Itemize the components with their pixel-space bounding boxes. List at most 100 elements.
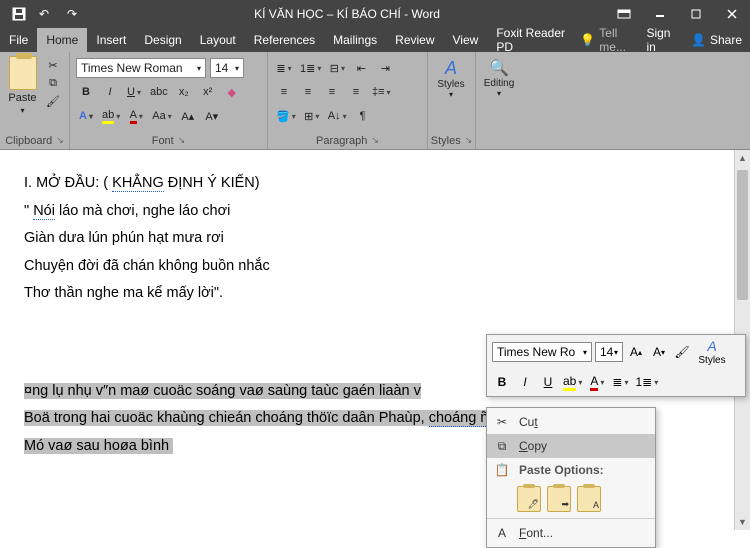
mini-numbering[interactable]: 1≣ bbox=[633, 372, 660, 392]
squiggle: KHẲNG bbox=[112, 175, 164, 192]
sort-button[interactable]: A↓ bbox=[326, 106, 349, 126]
decrease-indent-button[interactable]: ⇤ bbox=[351, 58, 371, 78]
launcher-icon[interactable]: ↘ bbox=[465, 135, 473, 147]
highlight-button[interactable]: ab bbox=[100, 106, 122, 126]
ribbon: Paste ▾ ✂ ⧉ 🖌 Clipboard↘ Times New Roman… bbox=[0, 52, 750, 150]
editing-button[interactable]: 🔍 Editing ▾ bbox=[482, 56, 516, 100]
tab-insert[interactable]: Insert bbox=[87, 28, 135, 52]
sign-in[interactable]: Sign in bbox=[638, 28, 683, 52]
bold-button[interactable]: B bbox=[76, 82, 96, 102]
tab-home[interactable]: Home bbox=[37, 28, 87, 52]
paste-text-only[interactable]: A bbox=[577, 486, 601, 512]
mini-format-painter[interactable]: 🖌 bbox=[672, 342, 692, 362]
tab-file[interactable]: File bbox=[0, 28, 37, 52]
justify-button[interactable]: ≡ bbox=[346, 82, 366, 102]
tab-design[interactable]: Design bbox=[135, 28, 190, 52]
group-font: Times New Roman▾ 14▾ B I U abc x₂ x² ◆ A… bbox=[70, 52, 268, 149]
bulb-icon: 💡 bbox=[580, 33, 595, 47]
mini-styles-label: Styles bbox=[698, 355, 725, 366]
tab-review[interactable]: Review bbox=[386, 28, 443, 52]
italic-button[interactable]: I bbox=[100, 82, 120, 102]
share-icon: 👤 bbox=[691, 33, 706, 47]
doc-line-5: Thơ thần nghe ma kể mấy lời". bbox=[24, 280, 726, 308]
menu-copy[interactable]: ⧉ Copy bbox=[487, 434, 655, 458]
shading-button[interactable]: 🪣 bbox=[274, 106, 298, 126]
copy-icon: ⧉ bbox=[493, 439, 511, 454]
maximize-button[interactable] bbox=[678, 0, 714, 28]
paste-merge[interactable]: ➡ bbox=[547, 486, 571, 512]
ribbon-options-icon[interactable] bbox=[606, 0, 642, 28]
copy-button[interactable]: ⧉ bbox=[43, 74, 63, 92]
menu-paste-options-label: Paste Options: bbox=[519, 463, 604, 477]
menu-paste-options-header: 📋 Paste Options: bbox=[487, 458, 655, 482]
increase-indent-button[interactable]: ⇥ bbox=[375, 58, 395, 78]
close-button[interactable] bbox=[714, 0, 750, 28]
font-name-value: Times New Roman bbox=[81, 61, 183, 75]
tab-layout[interactable]: Layout bbox=[191, 28, 245, 52]
superscript-button[interactable]: x² bbox=[198, 82, 218, 102]
font-name-combo[interactable]: Times New Roman▾ bbox=[76, 58, 206, 78]
tab-foxit[interactable]: Foxit Reader PD bbox=[487, 28, 574, 52]
launcher-icon[interactable]: ↘ bbox=[178, 135, 186, 147]
search-icon: 🔍 bbox=[489, 58, 509, 78]
window-title: KÍ VĂN HỌC – KÍ BÁO CHÍ - Word bbox=[88, 7, 606, 21]
tell-me[interactable]: 💡 Tell me... bbox=[574, 28, 638, 52]
font-size-value: 14 bbox=[215, 61, 228, 75]
align-right-button[interactable]: ≡ bbox=[322, 82, 342, 102]
paste-keep-source[interactable]: 🖊 bbox=[517, 486, 541, 512]
redo-button[interactable]: ↷ bbox=[62, 3, 88, 25]
clipboard-icon: 📋 bbox=[493, 463, 511, 477]
bullets-button[interactable]: ≣ bbox=[274, 58, 294, 78]
mini-highlight[interactable]: ab bbox=[561, 372, 584, 392]
tab-mailings[interactable]: Mailings bbox=[324, 28, 386, 52]
line-spacing-button[interactable]: ‡≡ bbox=[370, 82, 393, 102]
styles-button[interactable]: A Styles ▾ bbox=[434, 56, 468, 100]
mini-font-combo[interactable]: Times New Ro▾ bbox=[492, 342, 592, 362]
clipboard-icon bbox=[9, 56, 37, 90]
mini-italic[interactable]: I bbox=[515, 372, 535, 392]
tab-view[interactable]: View bbox=[444, 28, 488, 52]
window-controls bbox=[606, 0, 750, 28]
mini-underline[interactable]: U bbox=[538, 372, 558, 392]
format-painter-button[interactable]: 🖌 bbox=[43, 92, 63, 110]
menu-separator bbox=[487, 518, 655, 519]
mini-shrink-font[interactable]: A▾ bbox=[649, 342, 669, 362]
mini-font-color[interactable]: A bbox=[587, 372, 607, 392]
paste-button[interactable]: Paste ▾ bbox=[6, 56, 39, 115]
change-case-button[interactable]: Aa bbox=[150, 106, 173, 126]
grow-font-button[interactable]: A▴ bbox=[178, 106, 198, 126]
mini-bold[interactable]: B bbox=[492, 372, 512, 392]
align-center-button[interactable]: ≡ bbox=[298, 82, 318, 102]
subscript-button[interactable]: x₂ bbox=[174, 82, 194, 102]
mini-size-combo[interactable]: 14▾ bbox=[595, 342, 623, 362]
launcher-icon[interactable]: ↘ bbox=[371, 135, 379, 147]
show-marks-button[interactable]: ¶ bbox=[353, 106, 373, 126]
minimize-button[interactable] bbox=[642, 0, 678, 28]
borders-button[interactable]: ⊞ bbox=[302, 106, 322, 126]
save-icon[interactable] bbox=[6, 3, 32, 25]
scroll-down-icon[interactable]: ▼ bbox=[735, 514, 750, 530]
text-effects-button[interactable]: A bbox=[76, 106, 96, 126]
cut-button[interactable]: ✂ bbox=[43, 56, 63, 74]
scroll-up-icon[interactable]: ▲ bbox=[735, 150, 750, 166]
clear-format-button[interactable]: ◆ bbox=[222, 82, 242, 102]
chevron-down-icon: ▾ bbox=[449, 90, 453, 99]
mini-styles[interactable]: A Styles bbox=[695, 338, 729, 366]
font-size-combo[interactable]: 14▾ bbox=[210, 58, 244, 78]
numbering-button[interactable]: 1≣ bbox=[298, 58, 323, 78]
menu-cut[interactable]: ✂ Cut bbox=[487, 410, 655, 434]
scroll-thumb[interactable] bbox=[737, 170, 748, 300]
multilevel-button[interactable]: ⊟ bbox=[327, 58, 347, 78]
launcher-icon[interactable]: ↘ bbox=[56, 135, 64, 147]
undo-button[interactable]: ↶ bbox=[34, 3, 60, 25]
menu-font[interactable]: A Font... bbox=[487, 521, 655, 545]
shrink-font-button[interactable]: A▾ bbox=[202, 106, 222, 126]
share-button[interactable]: 👤 Share bbox=[683, 28, 750, 52]
underline-button[interactable]: U bbox=[124, 82, 144, 102]
strikethrough-button[interactable]: abc bbox=[148, 82, 170, 102]
tab-references[interactable]: References bbox=[245, 28, 324, 52]
mini-bullets[interactable]: ≣ bbox=[610, 372, 630, 392]
font-color-button[interactable]: A bbox=[126, 106, 146, 126]
align-left-button[interactable]: ≡ bbox=[274, 82, 294, 102]
mini-grow-font[interactable]: A▴ bbox=[626, 342, 646, 362]
